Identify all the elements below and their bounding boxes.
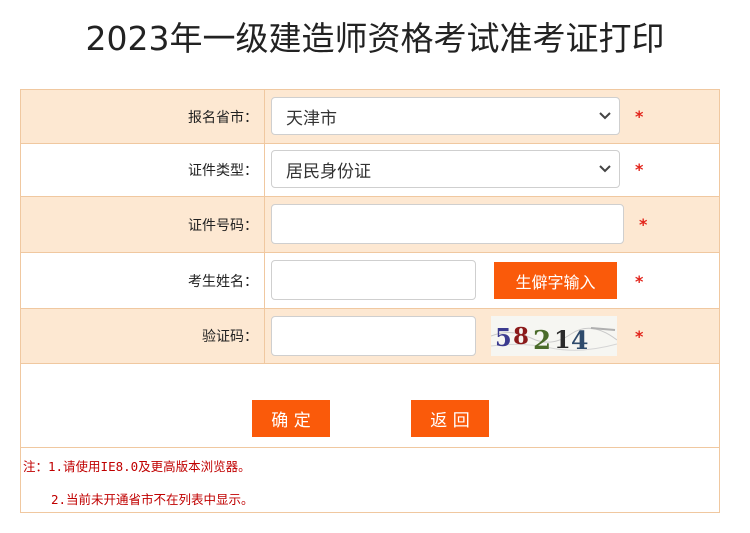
captcha-char: 4: [571, 326, 588, 355]
captcha-char: 2: [533, 326, 551, 356]
captcha-label: 验证码：: [21, 309, 265, 363]
candidate-name-input[interactable]: [271, 260, 476, 300]
row-candidate-name: 考生姓名： 生僻字输入 *: [21, 253, 719, 309]
province-label: 报名省市：: [21, 90, 265, 143]
row-id-number: 证件号码： *: [21, 197, 719, 253]
chevron-down-icon: [599, 162, 611, 176]
captcha-char: 8: [513, 323, 529, 350]
id-type-select[interactable]: 居民身份证: [271, 150, 620, 188]
back-button[interactable]: 返 回: [411, 400, 489, 437]
captcha-image[interactable]: 5 8 2 1 4: [491, 316, 617, 356]
captcha-input[interactable]: [271, 316, 476, 356]
required-mark: *: [635, 327, 644, 346]
page-title: 2023年一级建造师资格考试准考证打印: [85, 19, 665, 58]
row-captcha: 验证码： 5 8 2 1 4 *: [21, 309, 719, 364]
candidate-name-label: 考生姓名：: [21, 253, 265, 308]
row-province: 报名省市： 天津市 *: [21, 90, 719, 144]
required-mark: *: [635, 272, 644, 291]
id-number-label: 证件号码：: [21, 197, 265, 252]
captcha-char: 5: [495, 323, 512, 352]
chevron-down-icon: [599, 109, 611, 123]
ticket-print-form: 报名省市： 天津市 * 证件类型： 居民身份证 * 证件号码： * 考生姓名： …: [20, 89, 720, 513]
notes-section: 注：1.请使用IE8.0及更高版本浏览器。 2.当前未开通省市不在列表中显示。: [21, 447, 719, 513]
required-mark: *: [639, 215, 648, 234]
id-number-input[interactable]: [271, 204, 624, 244]
rare-character-input-button[interactable]: 生僻字输入: [494, 262, 617, 299]
province-selected-value: 天津市: [286, 108, 337, 129]
id-type-label: 证件类型：: [21, 144, 265, 196]
row-id-type: 证件类型： 居民身份证 *: [21, 144, 719, 197]
note-line-1: 注：1.请使用IE8.0及更高版本浏览器。: [23, 459, 251, 474]
note-line-2: 2.当前未开通省市不在列表中显示。: [51, 492, 254, 507]
captcha-char: 1: [554, 325, 571, 354]
id-type-selected-value: 居民身份证: [286, 161, 371, 182]
province-select[interactable]: 天津市: [271, 97, 620, 135]
required-mark: *: [635, 107, 644, 126]
confirm-button[interactable]: 确 定: [252, 400, 330, 437]
required-mark: *: [635, 160, 644, 179]
